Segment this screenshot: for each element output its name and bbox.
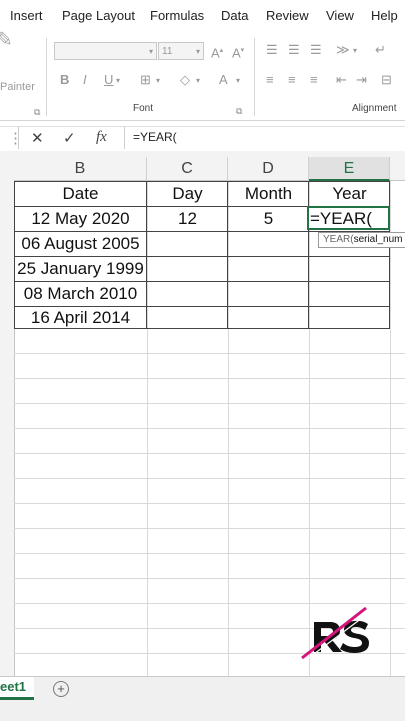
tab-formulas[interactable]: Formulas (150, 8, 204, 23)
chevron-down-icon: ▾ (195, 47, 200, 56)
tab-data[interactable]: Data (221, 8, 248, 23)
font-color-icon[interactable]: A (219, 72, 228, 88)
tab-review[interactable]: Review (266, 8, 309, 23)
name-box-dots-icon: ⋮ (8, 130, 23, 147)
chevron-down-icon[interactable]: ▾ (156, 73, 160, 89)
merge-center-icon[interactable]: ⊟ (381, 72, 392, 88)
cell-date[interactable]: 25 January 1999 (14, 256, 147, 281)
grid-line (14, 528, 405, 529)
grid-line (14, 478, 405, 479)
align-center-icon[interactable]: ≡ (288, 72, 296, 88)
ribbon-panel: ✎ Painter ⧉ ▾ 11 ▾ A▴ A▾ B I U ▾ ⊞ ▾ ◇ ▾… (0, 30, 405, 121)
grid-line (14, 428, 405, 429)
insert-function-button[interactable]: fx (96, 129, 107, 146)
cell-month[interactable]: 5 (228, 206, 309, 231)
header-year[interactable]: Year (309, 181, 390, 206)
header-month[interactable]: Month (228, 181, 309, 206)
font-size-combo[interactable]: 11 ▾ (158, 42, 204, 60)
tab-help[interactable]: Help (371, 8, 398, 23)
cell-date[interactable]: 12 May 2020 (14, 206, 147, 231)
formula-bar: ⋮ ✕ ✓ fx =YEAR( (0, 126, 405, 152)
row-header-strip (0, 157, 15, 676)
alignment-group-label: Alignment (352, 103, 397, 114)
column-header-b[interactable]: B (14, 157, 147, 181)
tab-page-layout[interactable]: Page Layout (62, 8, 135, 23)
decrease-font-icon[interactable]: A▾ (232, 43, 244, 61)
tab-insert[interactable]: Insert (10, 8, 43, 23)
function-tooltip[interactable]: YEAR(serial_num (318, 232, 405, 248)
align-top-icon[interactable]: ☰ (266, 42, 278, 58)
sheet-tab-bar: eet1 + (0, 676, 405, 721)
tab-view[interactable]: View (326, 8, 354, 23)
grid-line (14, 553, 405, 554)
bold-button[interactable]: B (60, 72, 69, 88)
column-header-f[interactable] (390, 157, 405, 181)
chevron-down-icon: ▾ (148, 47, 153, 56)
increase-font-icon[interactable]: A▴ (211, 43, 223, 61)
clipboard-launcher-icon[interactable]: ⧉ (34, 104, 40, 120)
font-group-label: Font (133, 103, 154, 114)
cell-day[interactable]: 12 (147, 206, 228, 231)
grid-line (14, 503, 405, 504)
cell-date[interactable]: 06 August 2005 (14, 231, 147, 256)
chevron-down-icon[interactable]: ▾ (236, 73, 240, 89)
tooltip-argument[interactable]: serial_num (354, 234, 403, 245)
grid-line (14, 578, 405, 579)
chevron-down-icon[interactable]: ▾ (116, 73, 120, 89)
column-header-d[interactable]: D (228, 157, 309, 181)
grid-line (14, 453, 405, 454)
font-launcher-icon[interactable]: ⧉ (236, 103, 242, 119)
wrap-text-icon[interactable]: ↵ (375, 42, 386, 58)
underline-button[interactable]: U (104, 72, 113, 88)
cell-date[interactable]: 08 March 2010 (14, 281, 147, 306)
align-bottom-icon[interactable]: ☰ (310, 42, 322, 58)
sheet-tab-active[interactable]: eet1 (0, 677, 34, 700)
column-header-e[interactable]: E (309, 157, 390, 181)
grid-line (14, 353, 405, 354)
italic-button[interactable]: I (83, 72, 87, 88)
header-date[interactable]: Date (14, 181, 147, 206)
cancel-icon[interactable]: ✕ (31, 129, 44, 147)
format-painter-icon[interactable]: ✎ (0, 30, 13, 50)
rs-logo (301, 606, 371, 661)
grid-line (14, 603, 405, 604)
column-header-c[interactable]: C (147, 157, 228, 181)
header-day[interactable]: Day (147, 181, 228, 206)
borders-icon[interactable]: ⊞ (140, 72, 151, 88)
group-divider (254, 38, 255, 116)
ribbon-tabs: Insert Page Layout Formulas Data Review … (0, 0, 405, 32)
format-painter-label[interactable]: Painter (0, 81, 35, 93)
grid-line (14, 403, 405, 404)
cell-date[interactable]: 16 April 2014 (14, 305, 147, 330)
chevron-down-icon[interactable]: ▾ (353, 43, 357, 59)
align-right-icon[interactable]: ≡ (310, 72, 318, 88)
decrease-indent-icon[interactable]: ⇤ (336, 72, 347, 88)
cell-year-editing[interactable]: =YEAR( (309, 206, 390, 231)
group-divider (46, 38, 47, 116)
increase-indent-icon[interactable]: ⇥ (356, 72, 367, 88)
align-left-icon[interactable]: ≡ (266, 72, 274, 88)
chevron-down-icon[interactable]: ▾ (196, 73, 200, 89)
font-name-combo[interactable]: ▾ (54, 42, 157, 60)
grid-line (14, 378, 405, 379)
align-middle-icon[interactable]: ☰ (288, 42, 300, 58)
add-sheet-icon[interactable]: + (53, 681, 69, 697)
formula-input[interactable]: =YEAR( (133, 130, 177, 144)
enter-icon[interactable]: ✓ (63, 129, 76, 147)
orientation-icon[interactable]: ≫ (336, 42, 350, 58)
tooltip-function: YEAR( (323, 234, 354, 245)
fill-color-icon[interactable]: ◇ (180, 72, 190, 88)
font-size-value: 11 (162, 46, 173, 57)
